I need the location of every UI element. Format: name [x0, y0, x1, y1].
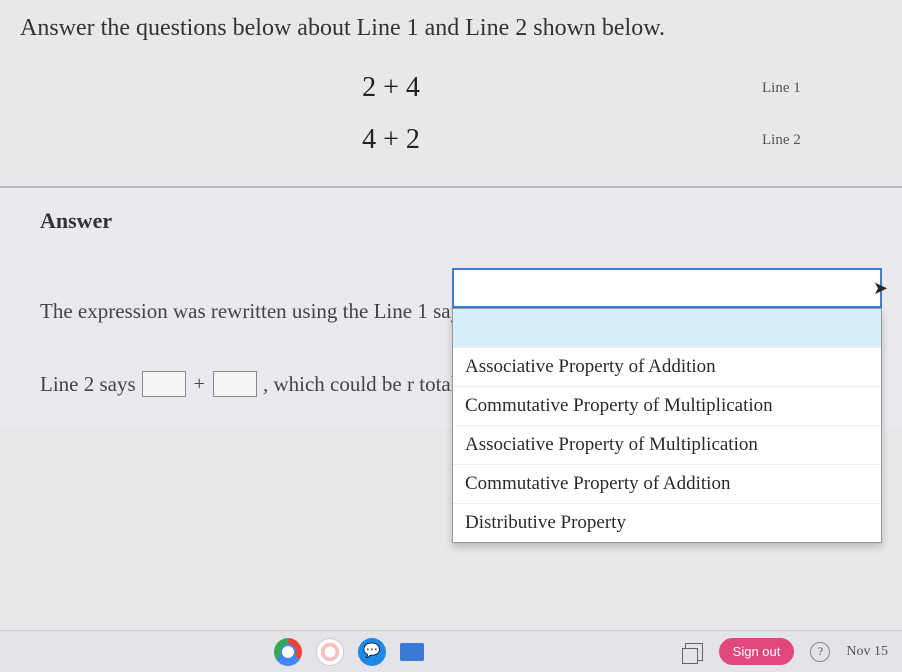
plus-icon: +	[194, 358, 205, 410]
line2-mid: , which could be r	[263, 357, 414, 412]
expression-math: 4 + 2	[20, 124, 762, 156]
chrome-icon[interactable]	[274, 638, 302, 666]
app-icon[interactable]	[400, 643, 424, 661]
dropdown-option[interactable]: Distributive Property	[453, 504, 881, 542]
answer-heading: Answer	[40, 208, 882, 234]
paint-icon[interactable]	[316, 638, 344, 666]
property-select-wrap: ➤ Associative Property of Addition Commu…	[452, 268, 882, 543]
taskbar-date: Nov 15	[846, 644, 888, 660]
dropdown-option[interactable]: Associative Property of Multiplication	[453, 426, 881, 465]
help-icon[interactable]: ?	[810, 642, 830, 662]
expression-label: Line 2	[762, 132, 882, 149]
expression-row: 2 + 4 Line 1	[20, 72, 882, 104]
line2-sentence: Line 2 says + , which could be r	[40, 357, 414, 412]
dropdown-option[interactable]: Commutative Property of Multiplication	[453, 387, 881, 426]
cursor-icon: ➤	[873, 278, 888, 299]
chat-icon[interactable]: 💬	[358, 638, 386, 666]
rewritten-line: The expression was rewritten using the	[40, 284, 368, 339]
question-prompt: Answer the questions below about Line 1 …	[20, 15, 882, 42]
line2-prefix: Line 2 says	[40, 357, 136, 412]
property-dropdown: Associative Property of Addition Commuta…	[452, 308, 882, 543]
answer-section: Answer The expression was rewritten usin…	[0, 186, 902, 427]
blank-input[interactable]	[142, 371, 186, 397]
intro-text: The expression was rewritten using the	[40, 284, 368, 339]
dropdown-option-blank[interactable]	[453, 309, 881, 348]
blank-input[interactable]	[213, 371, 257, 397]
signout-button[interactable]: Sign out	[719, 638, 795, 665]
expression-label: Line 1	[762, 80, 882, 97]
dropdown-option[interactable]: Associative Property of Addition	[453, 348, 881, 387]
dropdown-option[interactable]: Commutative Property of Addition	[453, 465, 881, 504]
expression-row: 4 + 2 Line 2	[20, 124, 882, 156]
expressions-block: 2 + 4 Line 1 4 + 2 Line 2	[20, 72, 882, 156]
windows-icon[interactable]	[685, 643, 703, 661]
taskbar: 💬 Sign out ? Nov 15	[0, 630, 902, 672]
property-select[interactable]	[452, 268, 882, 308]
expression-math: 2 + 4	[20, 72, 762, 104]
